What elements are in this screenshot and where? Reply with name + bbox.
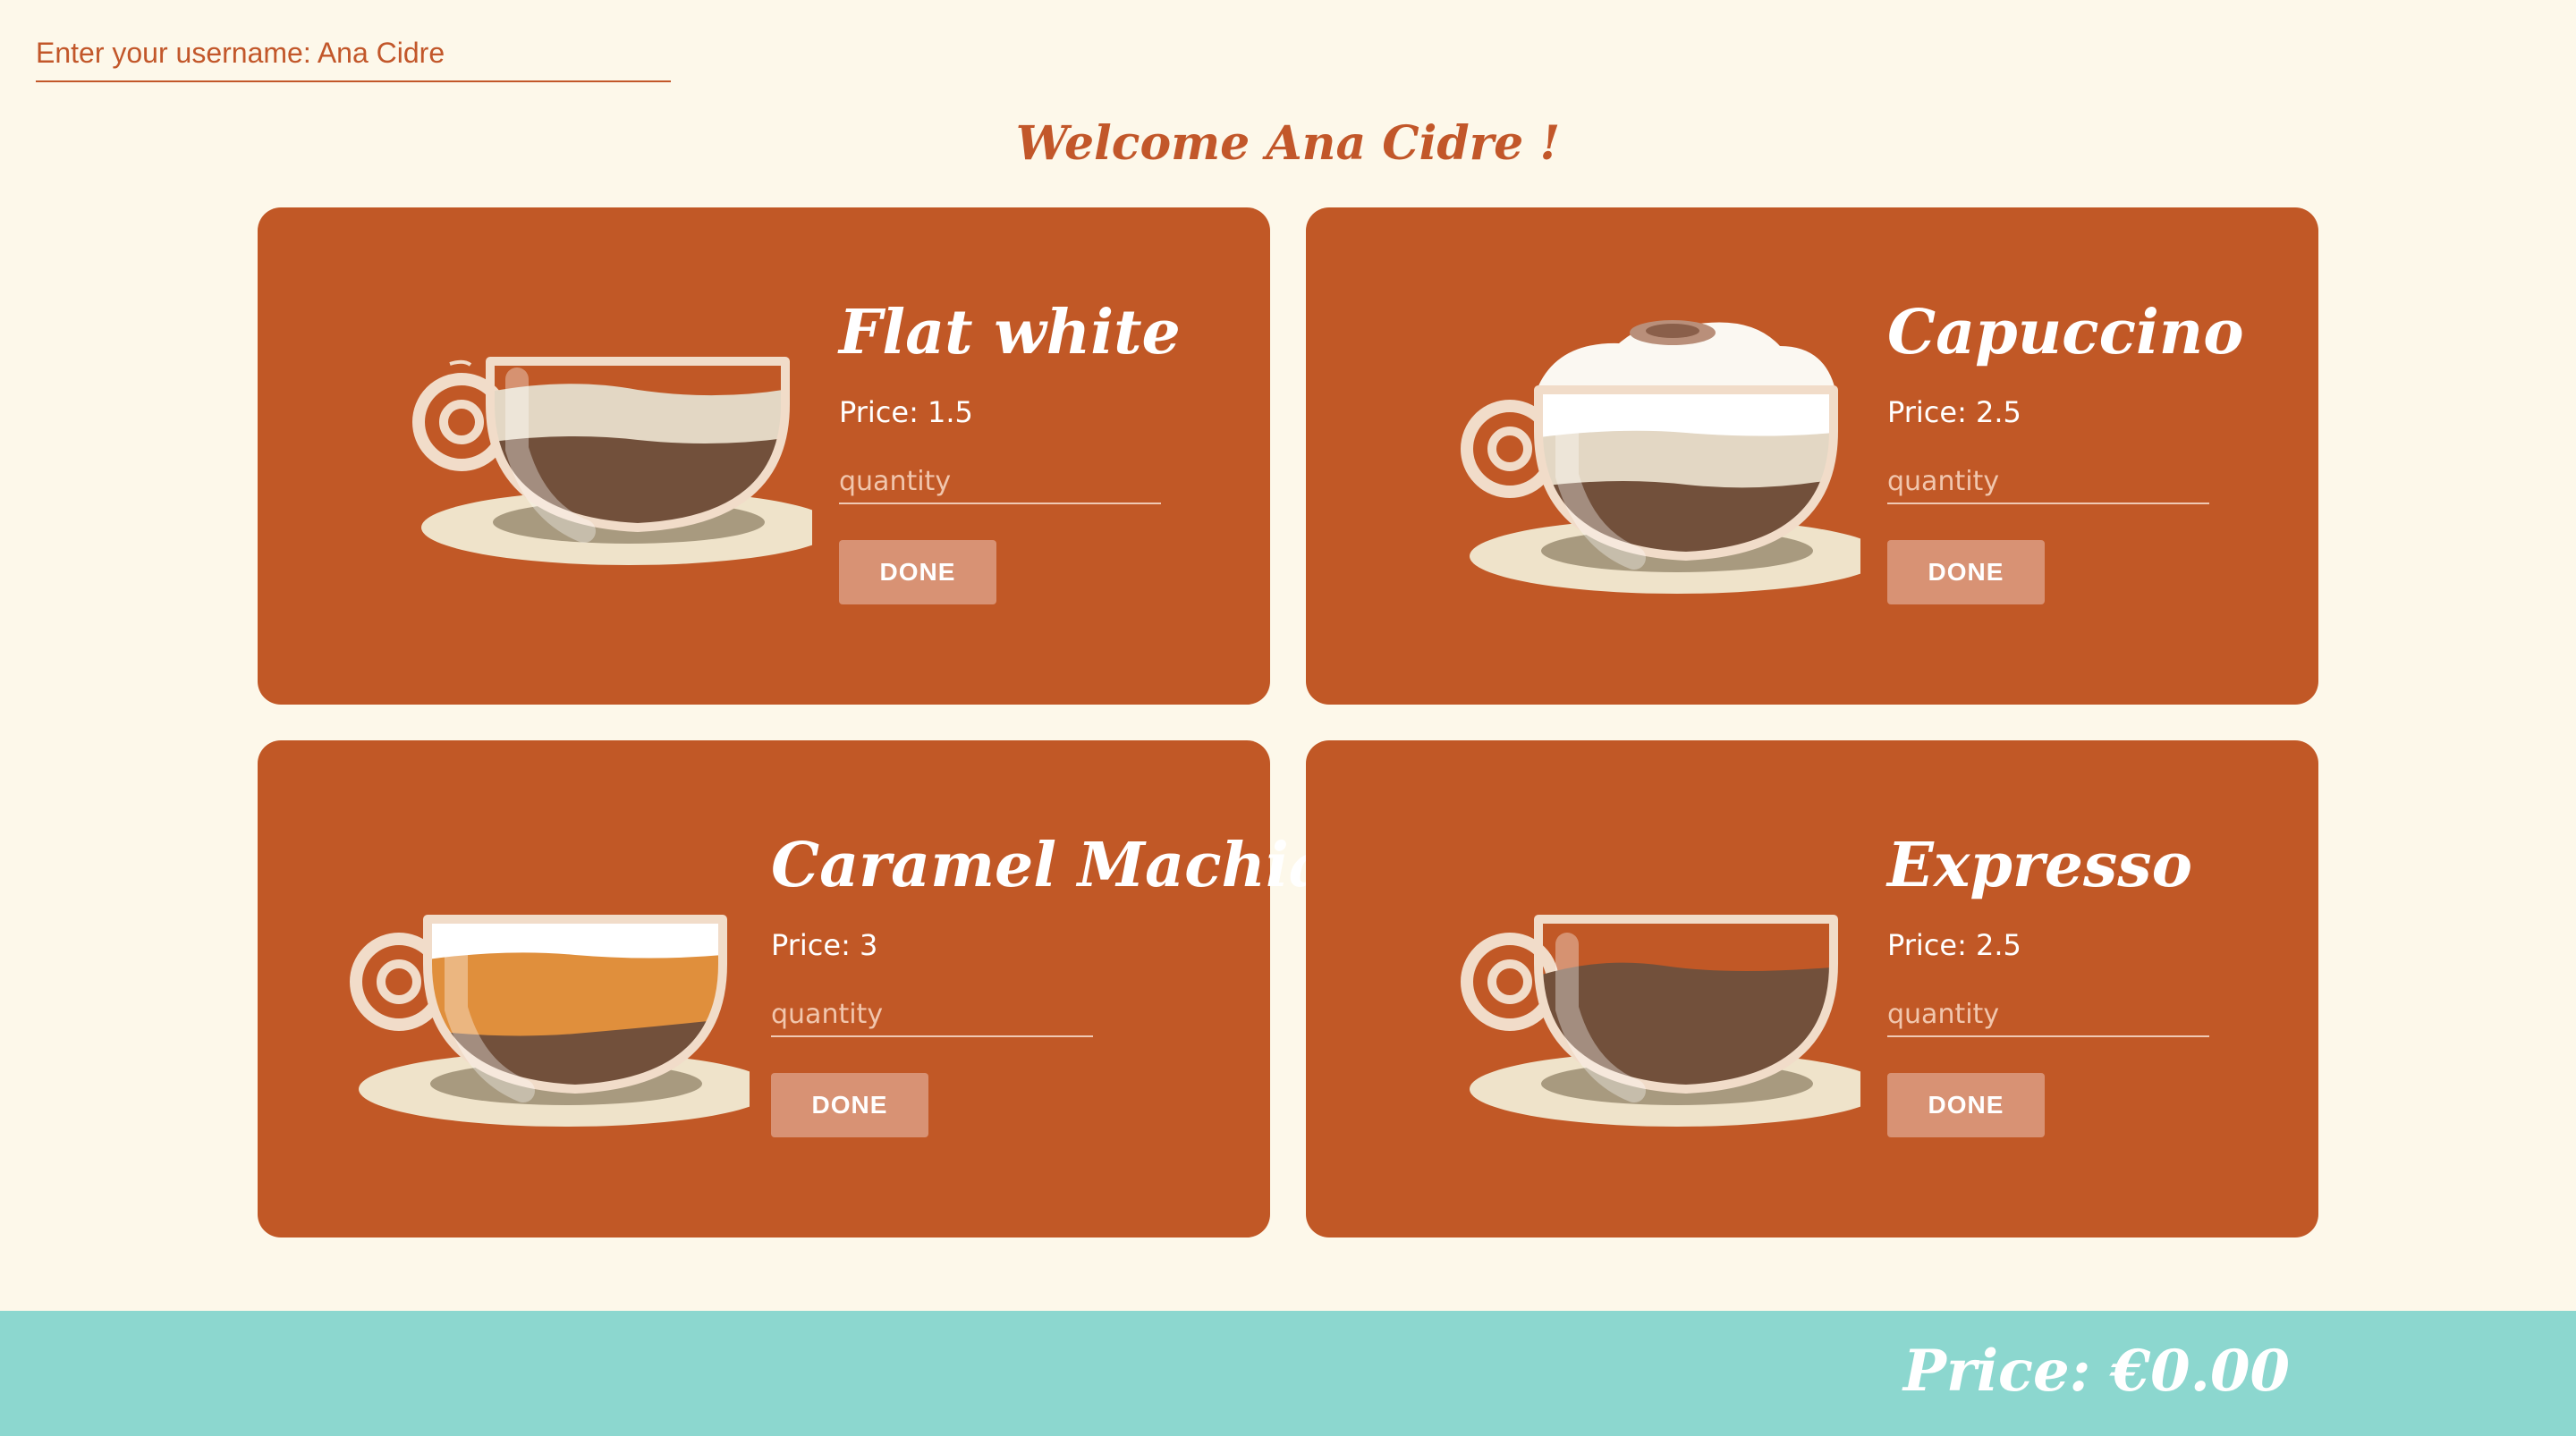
coffee-name: Capuccino bbox=[1887, 297, 2244, 368]
coffee-card-expresso: Expresso Price: 2.5 DONE bbox=[1306, 740, 2318, 1237]
username-input[interactable] bbox=[36, 30, 671, 75]
coffee-info: Capuccino Price: 2.5 DONE bbox=[1887, 297, 2244, 604]
coffee-price: Price: 2.5 bbox=[1887, 927, 2021, 962]
coffee-card-caramel-machiato: Caramel Machiato Price: 3 DONE bbox=[258, 740, 1397, 1237]
username-field-wrapper bbox=[36, 30, 671, 82]
coffee-price: Price: 3 bbox=[771, 927, 878, 962]
expresso-cup-icon bbox=[1461, 915, 1860, 1127]
quantity-field-wrapper bbox=[839, 460, 1161, 504]
quantity-input[interactable] bbox=[1887, 993, 2209, 1035]
coffee-card-flat-white: Flat white Price: 1.5 DONE bbox=[258, 207, 1270, 705]
coffee-name: Flat white bbox=[839, 297, 1181, 368]
done-button[interactable]: DONE bbox=[771, 1072, 928, 1137]
caramel-machiato-cup-icon bbox=[350, 915, 750, 1127]
coffee-card-capuccino: Capuccino Price: 2.5 DONE bbox=[1306, 207, 2318, 705]
coffee-name: Caramel Machiato bbox=[771, 830, 1397, 901]
done-button[interactable]: DONE bbox=[1887, 539, 2045, 604]
coffee-info: Caramel Machiato Price: 3 DONE bbox=[771, 830, 1397, 1137]
done-button[interactable]: DONE bbox=[1887, 1072, 2045, 1137]
quantity-input[interactable] bbox=[839, 460, 1161, 503]
quantity-field-wrapper bbox=[771, 993, 1093, 1037]
footer-bar: Price: €0.00 bbox=[0, 1311, 2576, 1436]
quantity-input[interactable] bbox=[1887, 460, 2209, 503]
quantity-field-wrapper bbox=[1887, 460, 2209, 504]
coffee-info: Expresso Price: 2.5 DONE bbox=[1887, 830, 2209, 1137]
coffee-price: Price: 1.5 bbox=[839, 394, 973, 429]
quantity-input[interactable] bbox=[771, 993, 1093, 1035]
total-price: Price: €0.00 bbox=[1902, 1338, 2290, 1405]
done-button[interactable]: DONE bbox=[839, 539, 996, 604]
welcome-heading: Welcome Ana Cidre ! bbox=[1015, 116, 1561, 171]
coffee-price: Price: 2.5 bbox=[1887, 394, 2021, 429]
quantity-field-wrapper bbox=[1887, 993, 2209, 1037]
flat-white-cup-icon bbox=[412, 357, 812, 565]
coffee-name: Expresso bbox=[1887, 830, 2192, 901]
coffee-info: Flat white Price: 1.5 DONE bbox=[839, 297, 1181, 604]
capuccino-cup-icon bbox=[1461, 320, 1860, 594]
